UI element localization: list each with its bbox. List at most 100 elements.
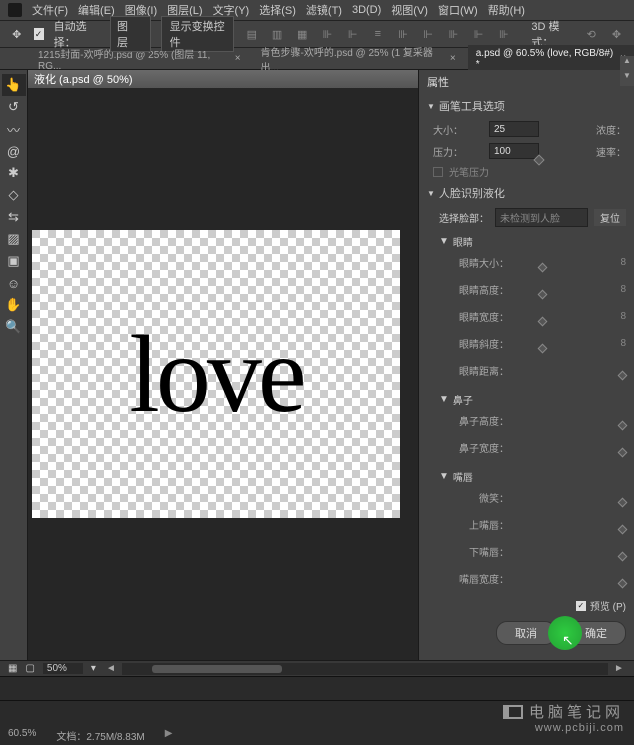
brush-section-header[interactable]: ▼画笔工具选项	[419, 94, 634, 118]
eye-width-label: 眼睛宽度：	[459, 309, 509, 324]
cancel-button[interactable]: 取消	[496, 621, 556, 645]
scroll-right-icon[interactable]: ►	[612, 663, 626, 674]
eye-dist-slider[interactable]	[519, 370, 626, 372]
eye-width-slider[interactable]	[519, 316, 610, 318]
scroll-up-icon[interactable]: ▲	[620, 56, 634, 71]
close-icon[interactable]: ×	[450, 53, 456, 64]
menu-select[interactable]: 选择(S)	[259, 2, 296, 18]
menu-window[interactable]: 窗口(W)	[438, 2, 478, 18]
liquify-toolbox: 👆 ↺ 〰 @ ✱ ◇ ⇆ ▨ ▣ ☺ ✋ 🔍	[0, 70, 28, 660]
vscroll-stub[interactable]: ▲ ▼	[620, 56, 634, 86]
menu-file[interactable]: 文件(F)	[32, 2, 68, 18]
status-zoom: 60.5%	[8, 728, 36, 743]
link-icon[interactable]: 8	[620, 257, 626, 268]
pressure-slider[interactable]	[487, 158, 626, 162]
document-statusbar: ▦ ▢ 50% ▾ ◄ ►	[0, 660, 634, 676]
hand-tool[interactable]: ✋	[2, 294, 26, 316]
twirl-tool[interactable]: @	[2, 140, 26, 162]
canvas[interactable]: love	[32, 230, 400, 518]
grid-icon[interactable]: ▦	[8, 663, 17, 674]
menu-view[interactable]: 视图(V)	[391, 2, 428, 18]
nose-height-slider[interactable]	[519, 420, 626, 422]
panel-title: 属性	[419, 70, 634, 94]
close-icon[interactable]: ×	[235, 53, 241, 64]
properties-panel: 属性 ▼画笔工具选项 大小： 浓度： 压力： 速率： 光笔压力 ▼人脸识别液化 …	[418, 70, 634, 660]
dist-icon-5[interactable]: ⊪	[496, 25, 511, 43]
eye-tilt-label: 眼睛斜度：	[459, 336, 509, 351]
scroll-left-icon[interactable]: ◄	[104, 663, 118, 674]
freeze-mask-tool[interactable]: ▨	[2, 228, 26, 250]
link-icon[interactable]: 8	[620, 311, 626, 322]
canvas-text: love	[129, 311, 302, 438]
zoom-dropdown-icon[interactable]: ▾	[91, 663, 96, 674]
eye-tilt-slider[interactable]	[519, 343, 610, 345]
menu-help[interactable]: 帮助(H)	[488, 2, 525, 18]
nose-width-slider[interactable]	[519, 447, 626, 449]
smooth-tool[interactable]: 〰	[2, 118, 26, 140]
pucker-tool[interactable]: ✱	[2, 162, 26, 184]
dialog-title: 液化 (a.psd @ 50%)	[28, 70, 418, 88]
menu-3d[interactable]: 3D(D)	[352, 4, 381, 16]
triangle-down-icon: ▼	[439, 236, 449, 247]
bloat-tool[interactable]: ◇	[2, 184, 26, 206]
smile-label: 微笑：	[459, 490, 509, 505]
h-scrollbar[interactable]: ◄ ►	[104, 663, 626, 675]
scroll-down-icon[interactable]: ▼	[620, 71, 634, 86]
mouth-width-slider[interactable]	[519, 578, 626, 580]
triangle-down-icon: ▼	[439, 394, 449, 405]
eye-dist-label: 眼睛距离：	[459, 363, 509, 378]
forward-warp-tool[interactable]: 👆	[2, 74, 26, 96]
size-label: 大小：	[433, 122, 483, 137]
preview-label: 预览 (P)	[590, 598, 626, 613]
nose-width-label: 鼻子宽度：	[459, 440, 509, 455]
smile-slider[interactable]	[519, 497, 626, 499]
move-tool-icon[interactable]: ✥	[10, 26, 24, 42]
menu-filter[interactable]: 滤镜(T)	[306, 2, 342, 18]
mouth-header[interactable]: ▼嘴唇	[419, 465, 634, 488]
menubar: 文件(F) 编辑(E) 图像(I) 图层(L) 文字(Y) 选择(S) 滤镜(T…	[0, 0, 634, 20]
face-reset-button[interactable]: 复位	[594, 209, 626, 226]
eye-size-slider[interactable]	[519, 262, 610, 264]
thaw-mask-tool[interactable]: ▣	[2, 250, 26, 272]
nose-header[interactable]: ▼鼻子	[419, 388, 634, 411]
hand-icon[interactable]: ▢	[25, 663, 34, 674]
preview-checkbox[interactable]: ✓	[576, 601, 586, 611]
eyes-header[interactable]: ▼眼睛	[419, 230, 634, 253]
lower-lip-slider[interactable]	[519, 551, 626, 553]
stylus-checkbox[interactable]	[433, 167, 443, 177]
size-input[interactable]	[489, 121, 539, 137]
upper-lip-slider[interactable]	[519, 524, 626, 526]
watermark: 电脑笔记网 www.pcbiji.com	[503, 701, 624, 734]
push-left-tool[interactable]: ⇆	[2, 206, 26, 228]
face-select-dropdown[interactable]: 未检测到人脸	[495, 208, 588, 227]
auto-select-dropdown[interactable]: 图层	[110, 16, 151, 52]
mouth-width-label: 嘴唇宽度：	[459, 571, 509, 586]
rate-label: 速率：	[596, 144, 626, 159]
zoom-field[interactable]: 50%	[43, 663, 83, 674]
status-arrow-icon[interactable]: ▶	[165, 728, 173, 743]
face-tool[interactable]: ☺	[2, 272, 26, 294]
ok-button[interactable]: 确定	[566, 621, 626, 645]
eye-height-slider[interactable]	[519, 289, 610, 291]
reconstruct-tool[interactable]: ↺	[2, 96, 26, 118]
dist-icon-4[interactable]: ⊩	[471, 25, 486, 43]
workspace: 👆 ↺ 〰 @ ✱ ◇ ⇆ ▨ ▣ ☺ ✋ 🔍 液化 (a.psd @ 50%)…	[0, 70, 634, 660]
tab-3[interactable]: a.psd @ 60.5% (love, RGB/8#) *×	[468, 45, 634, 73]
upper-lip-label: 上嘴唇：	[459, 517, 509, 532]
auto-select-checkbox[interactable]: ✓	[34, 28, 44, 40]
3d-orbit-icon[interactable]: ⟲	[584, 25, 599, 43]
face-select-label: 选择脸部：	[439, 210, 489, 225]
link-icon[interactable]: 8	[620, 338, 626, 349]
face-section-header[interactable]: ▼人脸识别液化	[419, 181, 634, 205]
lower-lip-label: 下嘴唇：	[459, 544, 509, 559]
stylus-label: 光笔压力	[449, 164, 489, 179]
app-statusbar: 电脑笔记网 www.pcbiji.com 60.5% 文档：2.75M/8.83…	[0, 700, 634, 745]
pressure-label: 压力：	[433, 144, 483, 159]
zoom-tool[interactable]: 🔍	[2, 316, 26, 338]
link-icon[interactable]: 8	[620, 284, 626, 295]
density-label: 浓度：	[596, 122, 626, 137]
3d-pan-icon[interactable]: ✥	[609, 25, 624, 43]
canvas-area: 液化 (a.psd @ 50%) love	[28, 70, 418, 660]
triangle-down-icon: ▼	[427, 189, 435, 198]
pressure-input[interactable]	[489, 143, 539, 159]
